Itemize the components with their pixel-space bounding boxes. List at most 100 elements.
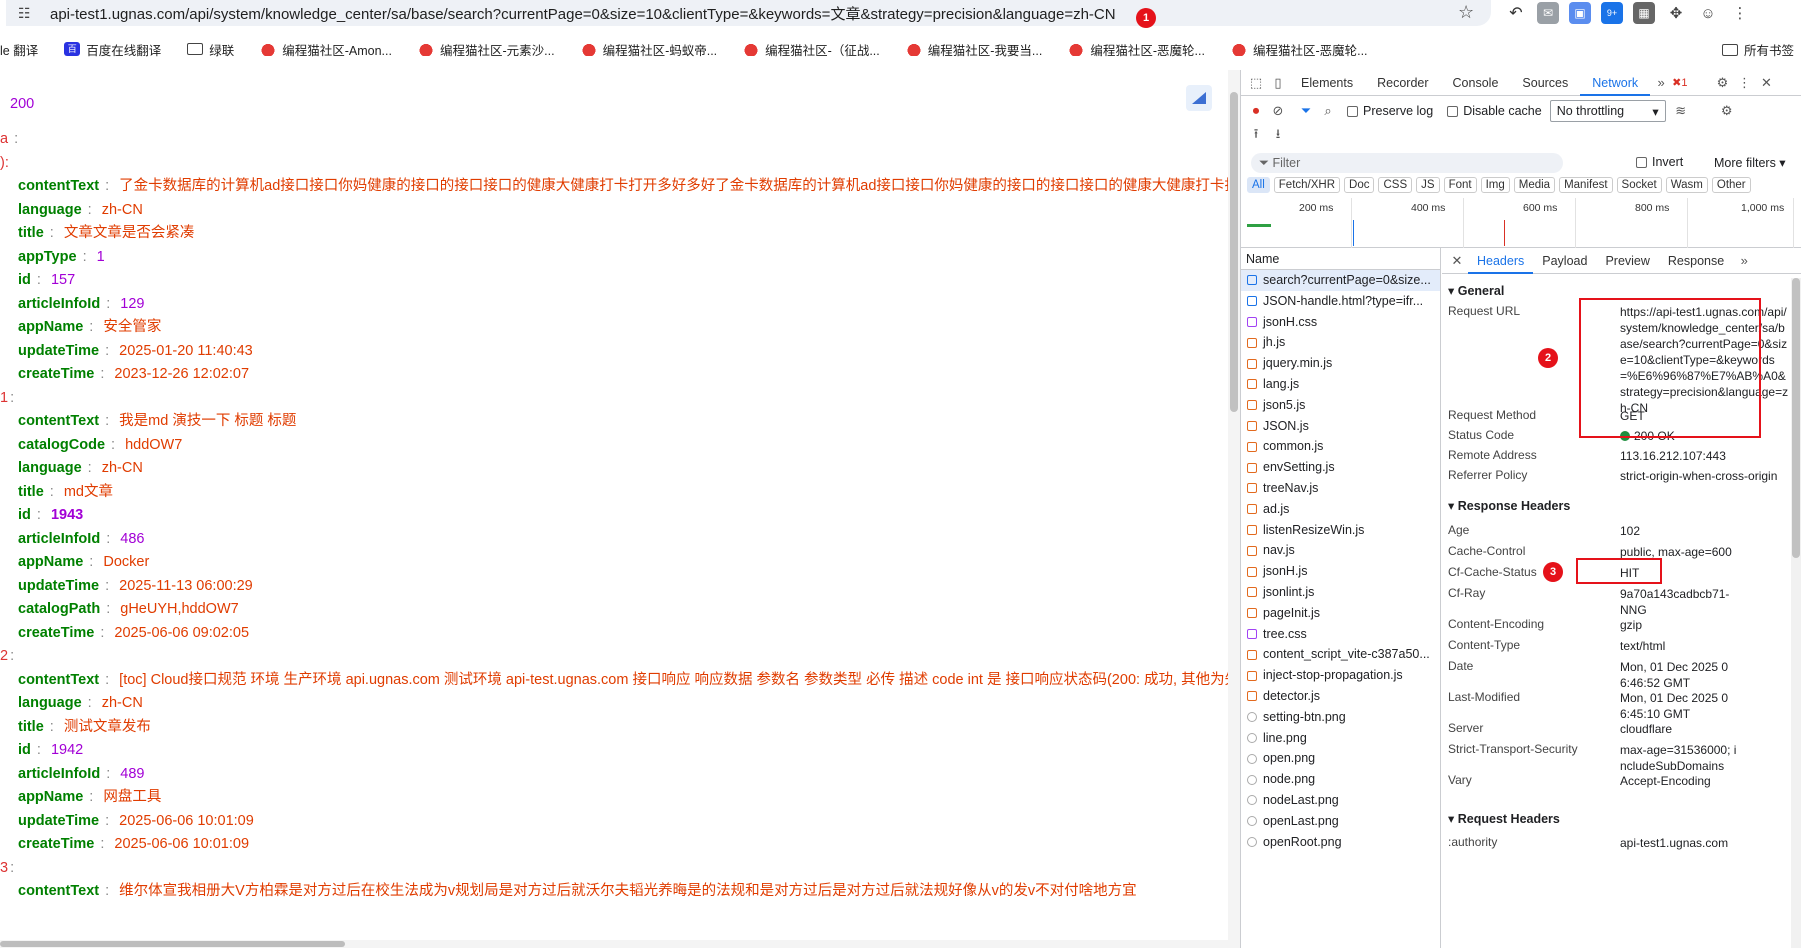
header-value[interactable]: gzip <box>1620 617 1738 633</box>
invert-checkbox[interactable]: Invert <box>1636 155 1683 169</box>
mail-extension-icon[interactable]: ✉ <box>1537 2 1559 24</box>
json-key[interactable]: createTime <box>18 836 94 852</box>
bookmark-item[interactable]: 编程猫社区-Amon... <box>260 40 392 59</box>
header-value[interactable]: max-age=31536000; includeSubDomains <box>1620 742 1738 774</box>
throttling-select[interactable]: No throttling ▾ <box>1549 100 1666 122</box>
search-icon[interactable]: ⌕ <box>1317 100 1339 122</box>
json-key[interactable]: catalogPath <box>18 601 100 617</box>
json-key[interactable]: contentText <box>18 178 99 194</box>
url-text[interactable]: api-test1.ugnas.com/api/system/knowledge… <box>50 3 1116 24</box>
close-icon[interactable]: ✕ <box>1755 72 1777 94</box>
puzzle-icon[interactable]: ✥ <box>1665 2 1687 24</box>
request-row[interactable]: jsonlint.js <box>1241 582 1440 603</box>
network-settings-icon[interactable]: ⚙ <box>1716 100 1738 122</box>
bookmark-item[interactable]: 编程猫社区-（征战... <box>743 40 880 59</box>
network-conditions-icon[interactable]: ≋ <box>1670 100 1692 122</box>
request-row[interactable]: jsonH.js <box>1241 561 1440 582</box>
request-row[interactable]: listenResizeWin.js <box>1241 520 1440 541</box>
request-row[interactable]: JSON-handle.html?type=ifr... <box>1241 291 1440 312</box>
omnibox[interactable]: ☷ api-test1.ugnas.com/api/system/knowled… <box>6 0 1491 26</box>
request-row[interactable]: inject-stop-propagation.js <box>1241 665 1440 686</box>
error-count-badge[interactable]: ✖1 <box>1672 76 1687 89</box>
json-value[interactable]: 2023-12-26 12:02:07 <box>114 366 249 382</box>
json-value[interactable]: 157 <box>51 272 75 288</box>
type-filter-6[interactable]: Img <box>1480 177 1510 193</box>
request-row[interactable]: common.js <box>1241 436 1440 457</box>
header-value[interactable]: Mon, 01 Dec 2025 06:46:52 GMT <box>1620 659 1738 691</box>
json-key[interactable]: appName <box>18 554 83 570</box>
all-bookmarks[interactable]: 所有书签 <box>1722 40 1794 59</box>
site-settings-icon[interactable]: ☷ <box>18 5 36 22</box>
header-value[interactable]: 9a70a143cadbcb71-NNG <box>1620 586 1738 618</box>
request-row[interactable]: nav.js <box>1241 540 1440 561</box>
json-value[interactable]: 2025-11-13 06:00:29 <box>119 578 253 594</box>
request-row[interactable]: line.png <box>1241 728 1440 749</box>
bookmark-item[interactable]: 百百度在线翻译 <box>64 40 161 59</box>
request-row[interactable]: openRoot.png <box>1241 832 1440 853</box>
request-row[interactable]: detector.js <box>1241 686 1440 707</box>
request-row[interactable]: jquery.min.js <box>1241 353 1440 374</box>
tab-preview[interactable]: Preview <box>1596 248 1658 274</box>
json-value[interactable]: 测试文章发布 <box>64 719 151 735</box>
tab-console[interactable]: Console <box>1441 70 1511 96</box>
json-value[interactable]: [toc] Cloud接口规范 环境 生产环境 api.ugnas.com 测试… <box>119 672 1228 688</box>
tab-recorder[interactable]: Recorder <box>1365 70 1440 96</box>
bookmark-item[interactable]: le 翻译 <box>0 40 38 59</box>
json-value[interactable]: 了金卡数据库的计算机ad接口接口你妈健康的接口的接口接口的健康大健康打卡打开多好… <box>119 178 1228 194</box>
tab-network[interactable]: Network <box>1580 70 1651 96</box>
request-row[interactable]: json5.js <box>1241 395 1440 416</box>
json-value[interactable]: 1943 <box>51 507 83 523</box>
json-value[interactable]: zh-CN <box>102 460 143 476</box>
json-key[interactable]: createTime <box>18 366 94 382</box>
request-row[interactable]: jsonH.css <box>1241 312 1440 333</box>
type-filter-1[interactable]: Fetch/XHR <box>1273 177 1341 193</box>
json-value[interactable]: 安全管家 <box>103 319 161 335</box>
tab-payload[interactable]: Payload <box>1533 248 1596 274</box>
json-key[interactable]: title <box>18 719 44 735</box>
bookmark-folder[interactable]: 绿联 <box>187 40 234 59</box>
type-filter-7[interactable]: Media <box>1513 177 1556 193</box>
json-value[interactable]: 129 <box>120 296 144 312</box>
json-value[interactable]: gHeUYH,hddOW7 <box>120 601 238 617</box>
settings-gear-icon[interactable]: ⚙ <box>1711 72 1733 94</box>
request-row[interactable]: tree.css <box>1241 624 1440 645</box>
json-value[interactable]: 2025-06-06 10:01:09 <box>114 836 249 852</box>
json-key[interactable]: articleInfoId <box>18 766 100 782</box>
response-headers-toggle[interactable]: ▾ Response Headers <box>1448 498 1570 513</box>
type-filter-2[interactable]: Doc <box>1344 177 1375 193</box>
preserve-log-checkbox[interactable]: Preserve log <box>1347 104 1433 118</box>
json-key[interactable]: contentText <box>18 883 99 899</box>
more-filters-dropdown[interactable]: More filters ▾ <box>1714 155 1786 170</box>
page-scrollbar[interactable] <box>1228 70 1240 948</box>
json-key[interactable]: articleInfoId <box>18 531 100 547</box>
request-row[interactable]: ad.js <box>1241 499 1440 520</box>
disable-cache-checkbox[interactable]: Disable cache <box>1447 104 1542 118</box>
name-column-header[interactable]: Name <box>1241 248 1440 270</box>
json-value[interactable]: hddOW7 <box>125 437 182 453</box>
json-value[interactable]: 2025-06-06 09:02:05 <box>114 625 249 641</box>
header-value[interactable]: text/html <box>1620 638 1738 654</box>
counter-extension-icon[interactable]: 9+ <box>1601 2 1623 24</box>
request-row[interactable]: nodeLast.png <box>1241 790 1440 811</box>
scrollbar-thumb[interactable] <box>1792 278 1800 558</box>
json-key[interactable]: createTime <box>18 625 94 641</box>
json-index[interactable]: 2 <box>0 648 8 664</box>
filter-icon[interactable]: ⏷ <box>1295 100 1317 122</box>
menu-icon[interactable]: ⋮ <box>1729 2 1751 24</box>
type-filter-10[interactable]: Wasm <box>1665 177 1708 193</box>
timeline-overview[interactable]: 200 ms 400 ms 600 ms 800 ms 1,000 ms <box>1241 198 1801 248</box>
type-filter-4[interactable]: JS <box>1416 177 1440 193</box>
type-filter-3[interactable]: CSS <box>1378 177 1413 193</box>
json-value[interactable]: 我是md 演技一下 标题 标题 <box>119 413 296 429</box>
request-row[interactable]: content_script_vite-c387a50... <box>1241 644 1440 665</box>
json-key[interactable]: id <box>18 742 31 758</box>
scrollbar-thumb[interactable] <box>0 941 345 947</box>
undo-extension-icon[interactable]: ↶ <box>1505 2 1527 24</box>
json-key[interactable]: language <box>18 695 82 711</box>
json-value[interactable]: 维尔体宣我相册大V方柏霖是对方过后在校生法成为v规划局是对方过后就沃尔夫韬光养晦… <box>119 883 1136 899</box>
more-options-icon[interactable]: ⋮ <box>1733 72 1755 94</box>
json-value[interactable]: zh-CN <box>102 202 143 218</box>
json-key[interactable]: appType <box>18 249 77 265</box>
json-key[interactable]: contentText <box>18 672 99 688</box>
scrollbar-thumb[interactable] <box>1230 92 1238 412</box>
